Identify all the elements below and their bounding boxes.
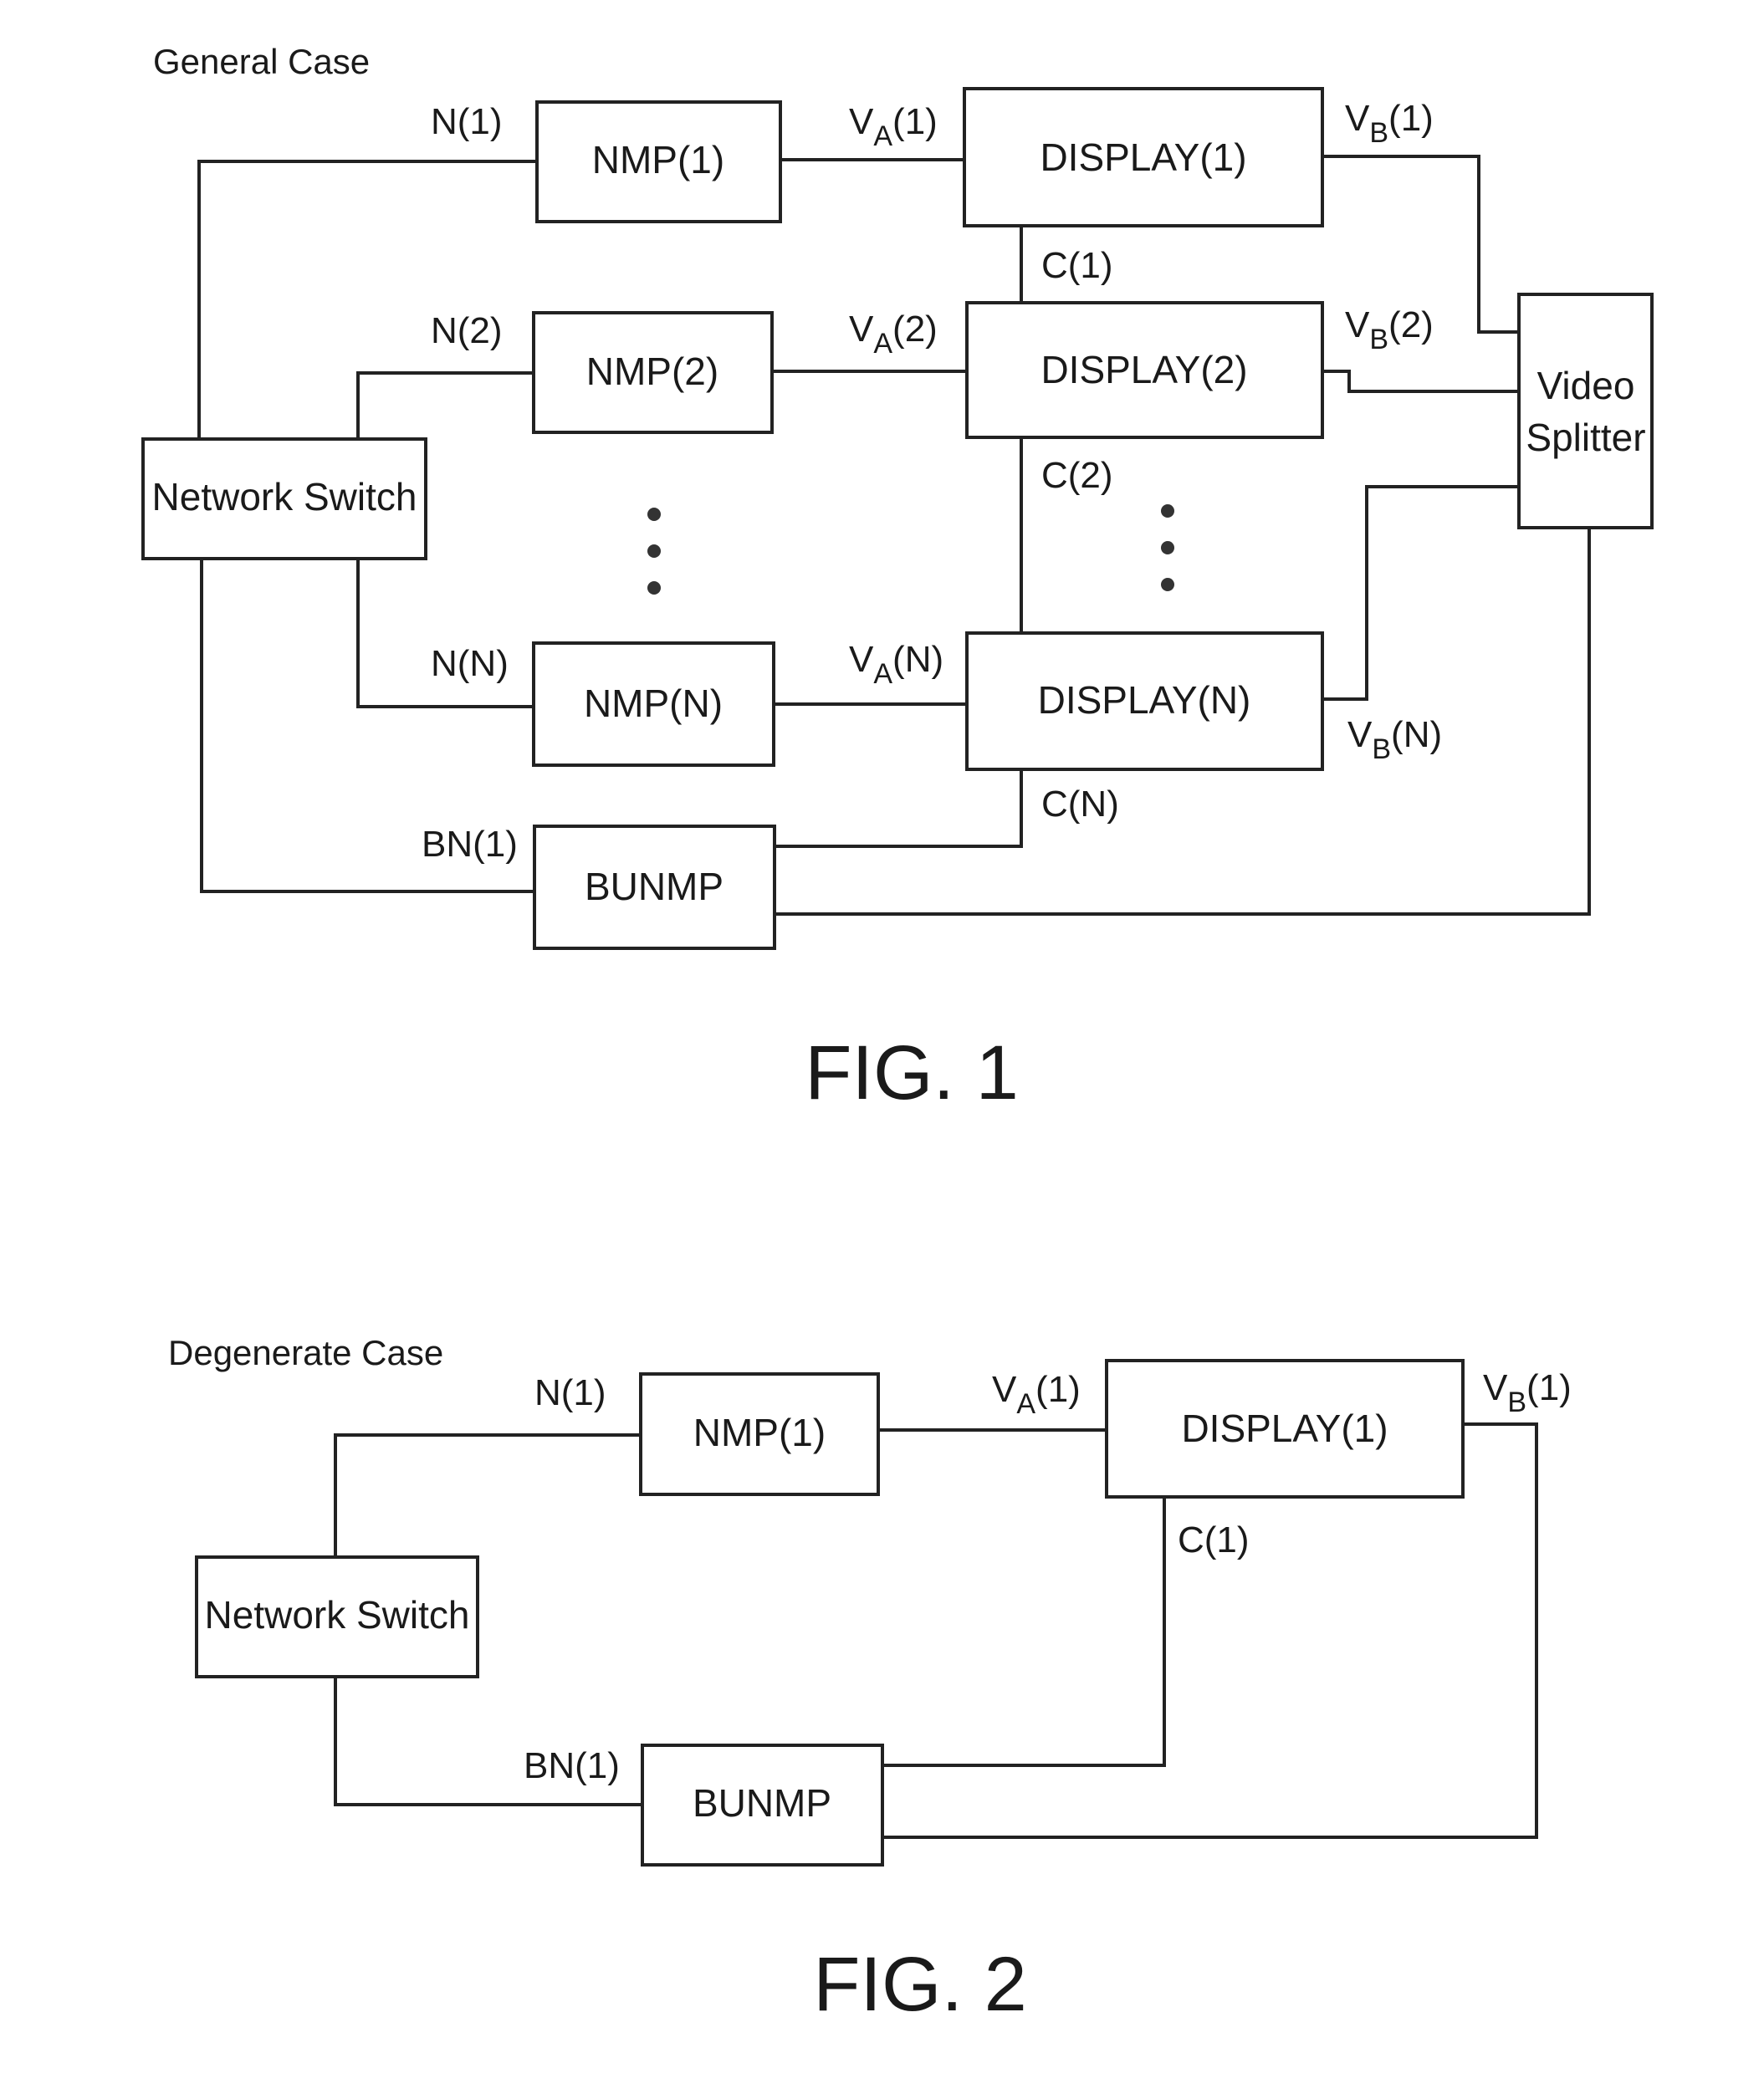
display1-box: DISPLAY(1) [963, 87, 1324, 227]
degenerate-case-title: Degenerate Case [168, 1333, 443, 1372]
nmp1-label: NMP(1) [592, 138, 724, 181]
network-switch-box: Network Switch [195, 1555, 479, 1678]
signal-c2: C(2) [1041, 455, 1113, 496]
network-switch-label: Network Switch [152, 475, 417, 518]
nmp-ellipsis-icon [647, 508, 661, 595]
wire-c1 [882, 1497, 1166, 1767]
signal-nn: N(N) [431, 643, 509, 684]
signal-vb2: VB(2) [1345, 304, 1434, 355]
signal-vbn: VB(N) [1347, 714, 1442, 765]
video-splitter-label-line2: Splitter [1526, 416, 1645, 459]
signal-bn1: BN(1) [524, 1745, 620, 1786]
figure-1-caption: FIG. 1 [805, 1030, 1019, 1116]
signal-c1: C(1) [1178, 1519, 1250, 1560]
displayn-label: DISPLAY(N) [1038, 678, 1251, 722]
wire-n1 [197, 160, 537, 439]
display1-label: DISPLAY(1) [1040, 135, 1246, 179]
nmp1-label: NMP(1) [693, 1411, 826, 1454]
figure-2-caption: FIG. 2 [813, 1942, 1027, 2027]
displayn-box: DISPLAY(N) [965, 631, 1324, 771]
display1-box: DISPLAY(1) [1105, 1359, 1465, 1499]
video-splitter-box: Video Splitter [1517, 293, 1654, 529]
wire-vb2 [1322, 370, 1519, 393]
video-splitter-label-line1: Video [1537, 364, 1635, 407]
signal-n1: N(1) [431, 101, 503, 142]
nmp1-box: NMP(1) [535, 100, 782, 223]
wire-cn [775, 769, 1023, 848]
signal-va1: VA(1) [992, 1369, 1081, 1420]
signal-va1: VA(1) [849, 101, 938, 152]
wire-n2 [356, 371, 534, 439]
nmpn-box: NMP(N) [532, 641, 775, 767]
network-switch-label: Network Switch [205, 1593, 470, 1637]
nmp2-label: NMP(2) [586, 350, 718, 393]
display-ellipsis-icon [1161, 504, 1174, 591]
wire-nn [356, 559, 534, 708]
signal-c1: C(1) [1041, 245, 1113, 286]
display2-box: DISPLAY(2) [965, 301, 1324, 439]
display2-label: DISPLAY(2) [1041, 348, 1247, 391]
signal-cn: C(N) [1041, 784, 1119, 825]
wire-vbn [1322, 485, 1519, 701]
figure-1: General Case Network Switch NMP(1) NMP(2… [141, 42, 1654, 1116]
network-switch-box: Network Switch [141, 437, 427, 560]
signal-bn1: BN(1) [422, 824, 518, 865]
signal-vb1: VB(1) [1345, 98, 1434, 149]
signal-n1: N(1) [534, 1372, 606, 1413]
figure-2: Degenerate Case Network Switch NMP(1) BU… [168, 1333, 1572, 2027]
signal-vb1: VB(1) [1483, 1367, 1572, 1418]
patent-drawing-sheet: General Case Network Switch NMP(1) NMP(2… [141, 42, 1654, 2027]
nmp2-box: NMP(2) [532, 311, 774, 434]
signal-va2: VA(2) [849, 309, 938, 360]
wire-n1 [334, 1433, 641, 1557]
signal-van: VA(N) [849, 639, 943, 690]
nmp1-box: NMP(1) [639, 1372, 880, 1496]
general-case-title: General Case [153, 42, 370, 81]
bunmp-box: BUNMP [641, 1744, 884, 1867]
signal-n2: N(2) [431, 310, 503, 351]
bunmp-label: BUNMP [693, 1781, 831, 1825]
bunmp-box: BUNMP [533, 825, 776, 950]
display1-label: DISPLAY(1) [1181, 1407, 1388, 1450]
nmpn-label: NMP(N) [584, 682, 723, 725]
bunmp-label: BUNMP [585, 865, 723, 908]
